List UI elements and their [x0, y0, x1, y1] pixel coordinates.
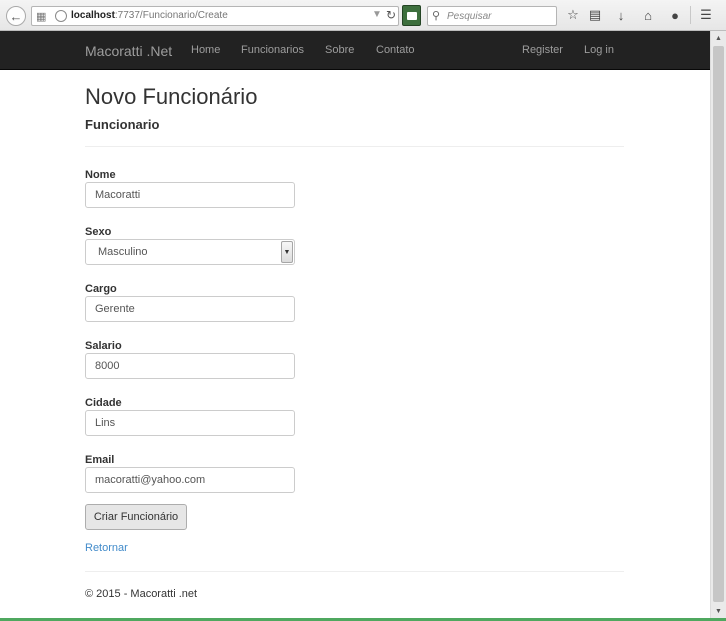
sexo-select[interactable]: Masculino ▼ — [85, 239, 295, 265]
nav-link-sobre[interactable]: Sobre — [325, 44, 354, 56]
dropdown-icon[interactable]: ▼ — [372, 9, 382, 20]
page-title: Novo Funcionário — [85, 84, 258, 109]
search-placeholder: Pesquisar — [447, 11, 492, 22]
back-arrow-icon[interactable]: ← — [6, 6, 26, 26]
reload-icon[interactable]: ↻ — [386, 8, 396, 22]
select-arrow-icon[interactable]: ▼ — [281, 241, 293, 263]
create-funcionario-button[interactable]: Criar Funcionário — [85, 504, 187, 530]
sexo-selected-value: Masculino — [98, 246, 148, 258]
nav-link-funcionarios[interactable]: Funcionarios — [241, 44, 304, 56]
addon-icon[interactable] — [402, 5, 421, 26]
cidade-input[interactable] — [85, 410, 295, 436]
url-path: :7737/Funcionario/Create — [114, 10, 228, 21]
home-icon[interactable]: ⌂ — [639, 6, 657, 24]
footer-text: © 2015 - Macoratti .net — [85, 588, 198, 600]
back-link[interactable]: Retornar — [85, 542, 128, 554]
identity-icon[interactable]: ▦ — [36, 10, 46, 23]
url-host: localhost — [71, 10, 115, 21]
nome-input[interactable] — [85, 182, 295, 208]
site-navbar: Macoratti .Net Home Funcionarios Sobre C… — [0, 31, 710, 70]
navbar-brand[interactable]: Macoratti .Net — [85, 43, 172, 59]
divider — [85, 146, 624, 147]
sexo-label: Sexo — [85, 226, 112, 238]
scroll-up-icon[interactable]: ▲ — [711, 31, 726, 45]
nav-link-register[interactable]: Register — [522, 44, 563, 56]
nav-link-home[interactable]: Home — [191, 44, 220, 56]
chat-icon[interactable]: ● — [666, 6, 684, 24]
globe-icon — [55, 10, 67, 22]
search-bar[interactable]: ⚲ Pesquisar — [427, 6, 557, 26]
salario-input[interactable] — [85, 353, 295, 379]
cargo-input[interactable] — [85, 296, 295, 322]
nav-link-login[interactable]: Log in — [584, 44, 614, 56]
menu-icon[interactable]: ☰ — [697, 6, 715, 24]
nav-link-contato[interactable]: Contato — [376, 44, 415, 56]
cidade-label: Cidade — [85, 397, 122, 409]
bookmark-star-icon[interactable]: ☆ — [564, 6, 582, 24]
download-icon[interactable]: ↓ — [612, 6, 630, 24]
browser-toolbar: ← ▦ localhost:7737/Funcionario/Create ▼ … — [0, 0, 726, 31]
url-text[interactable]: localhost:7737/Funcionario/Create — [71, 10, 228, 21]
toolbar-separator — [690, 6, 691, 24]
url-bar[interactable]: ▦ localhost:7737/Funcionario/Create ▼ ↻ — [31, 6, 399, 26]
nome-label: Nome — [85, 169, 116, 181]
search-icon: ⚲ — [432, 10, 441, 22]
email-input[interactable] — [85, 467, 295, 493]
cargo-label: Cargo — [85, 283, 117, 295]
salario-label: Salario — [85, 340, 122, 352]
email-label: Email — [85, 454, 115, 466]
scroll-down-icon[interactable]: ▼ — [711, 604, 726, 618]
reading-list-icon[interactable]: ▤ — [586, 6, 604, 24]
page-subtitle: Funcionario — [85, 117, 160, 132]
vertical-scrollbar[interactable]: ▲ ▼ — [710, 31, 726, 618]
footer-divider — [85, 571, 624, 572]
scroll-thumb[interactable] — [713, 46, 724, 602]
